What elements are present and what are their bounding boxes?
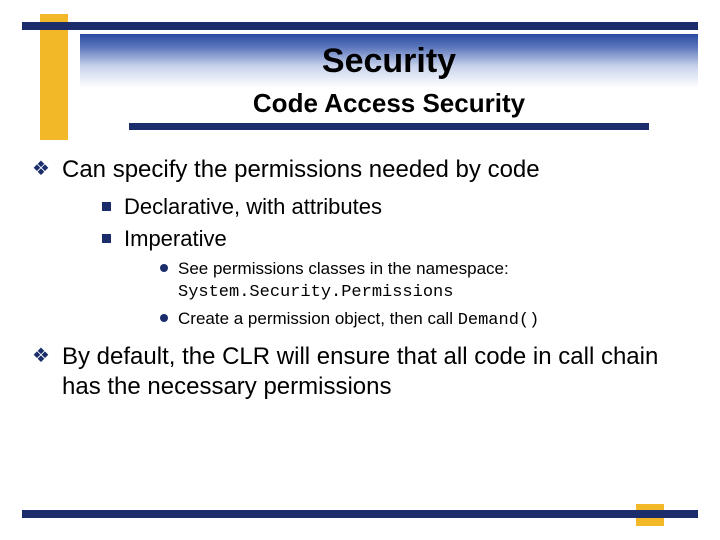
bullet-text: Declarative, with attributes [124, 194, 382, 219]
bullet-l3-1: See permissions classes in the namespace… [158, 258, 698, 304]
title-underline [129, 123, 649, 130]
bottom-rule [22, 510, 698, 518]
title-gradient: Security [80, 34, 698, 88]
slide-title: Security [322, 42, 456, 81]
bullet-list-level1: ❖ Can specify the permissions needed by … [22, 155, 698, 402]
code-text: Demand() [458, 311, 540, 330]
bullet-l2-1: Declarative, with attributes [100, 193, 698, 221]
bullet-list-level2: Declarative, with attributes Imperative … [62, 193, 698, 332]
content-area: ❖ Can specify the permissions needed by … [22, 155, 698, 412]
code-text: System.Security.Permissions [178, 283, 453, 302]
slide-subtitle: Code Access Security [80, 88, 698, 119]
bullet-l3-2: Create a permission object, then call De… [158, 308, 698, 332]
bullet-l1-1: ❖ Can specify the permissions needed by … [32, 155, 698, 332]
title-block: Security Code Access Security [80, 34, 698, 130]
top-rule [22, 22, 698, 30]
bullet-text: Can specify the permissions needed by co… [62, 156, 540, 183]
bullet-text: Create a permission object, then call [178, 309, 458, 328]
bullet-text: See permissions classes in the namespace… [178, 259, 509, 278]
bullet-l1-2: ❖ By default, the CLR will ensure that a… [32, 342, 698, 402]
bullet-text: By default, the CLR will ensure that all… [62, 343, 658, 400]
diamond-icon: ❖ [32, 157, 50, 182]
diamond-icon: ❖ [32, 344, 50, 369]
bullet-list-level3: See permissions classes in the namespace… [124, 258, 698, 332]
left-accent-block [40, 30, 68, 140]
bullet-l2-2: Imperative See permissions classes in th… [100, 225, 698, 333]
slide: Security Code Access Security ❖ Can spec… [0, 0, 720, 540]
bullet-text: Imperative [124, 226, 227, 251]
